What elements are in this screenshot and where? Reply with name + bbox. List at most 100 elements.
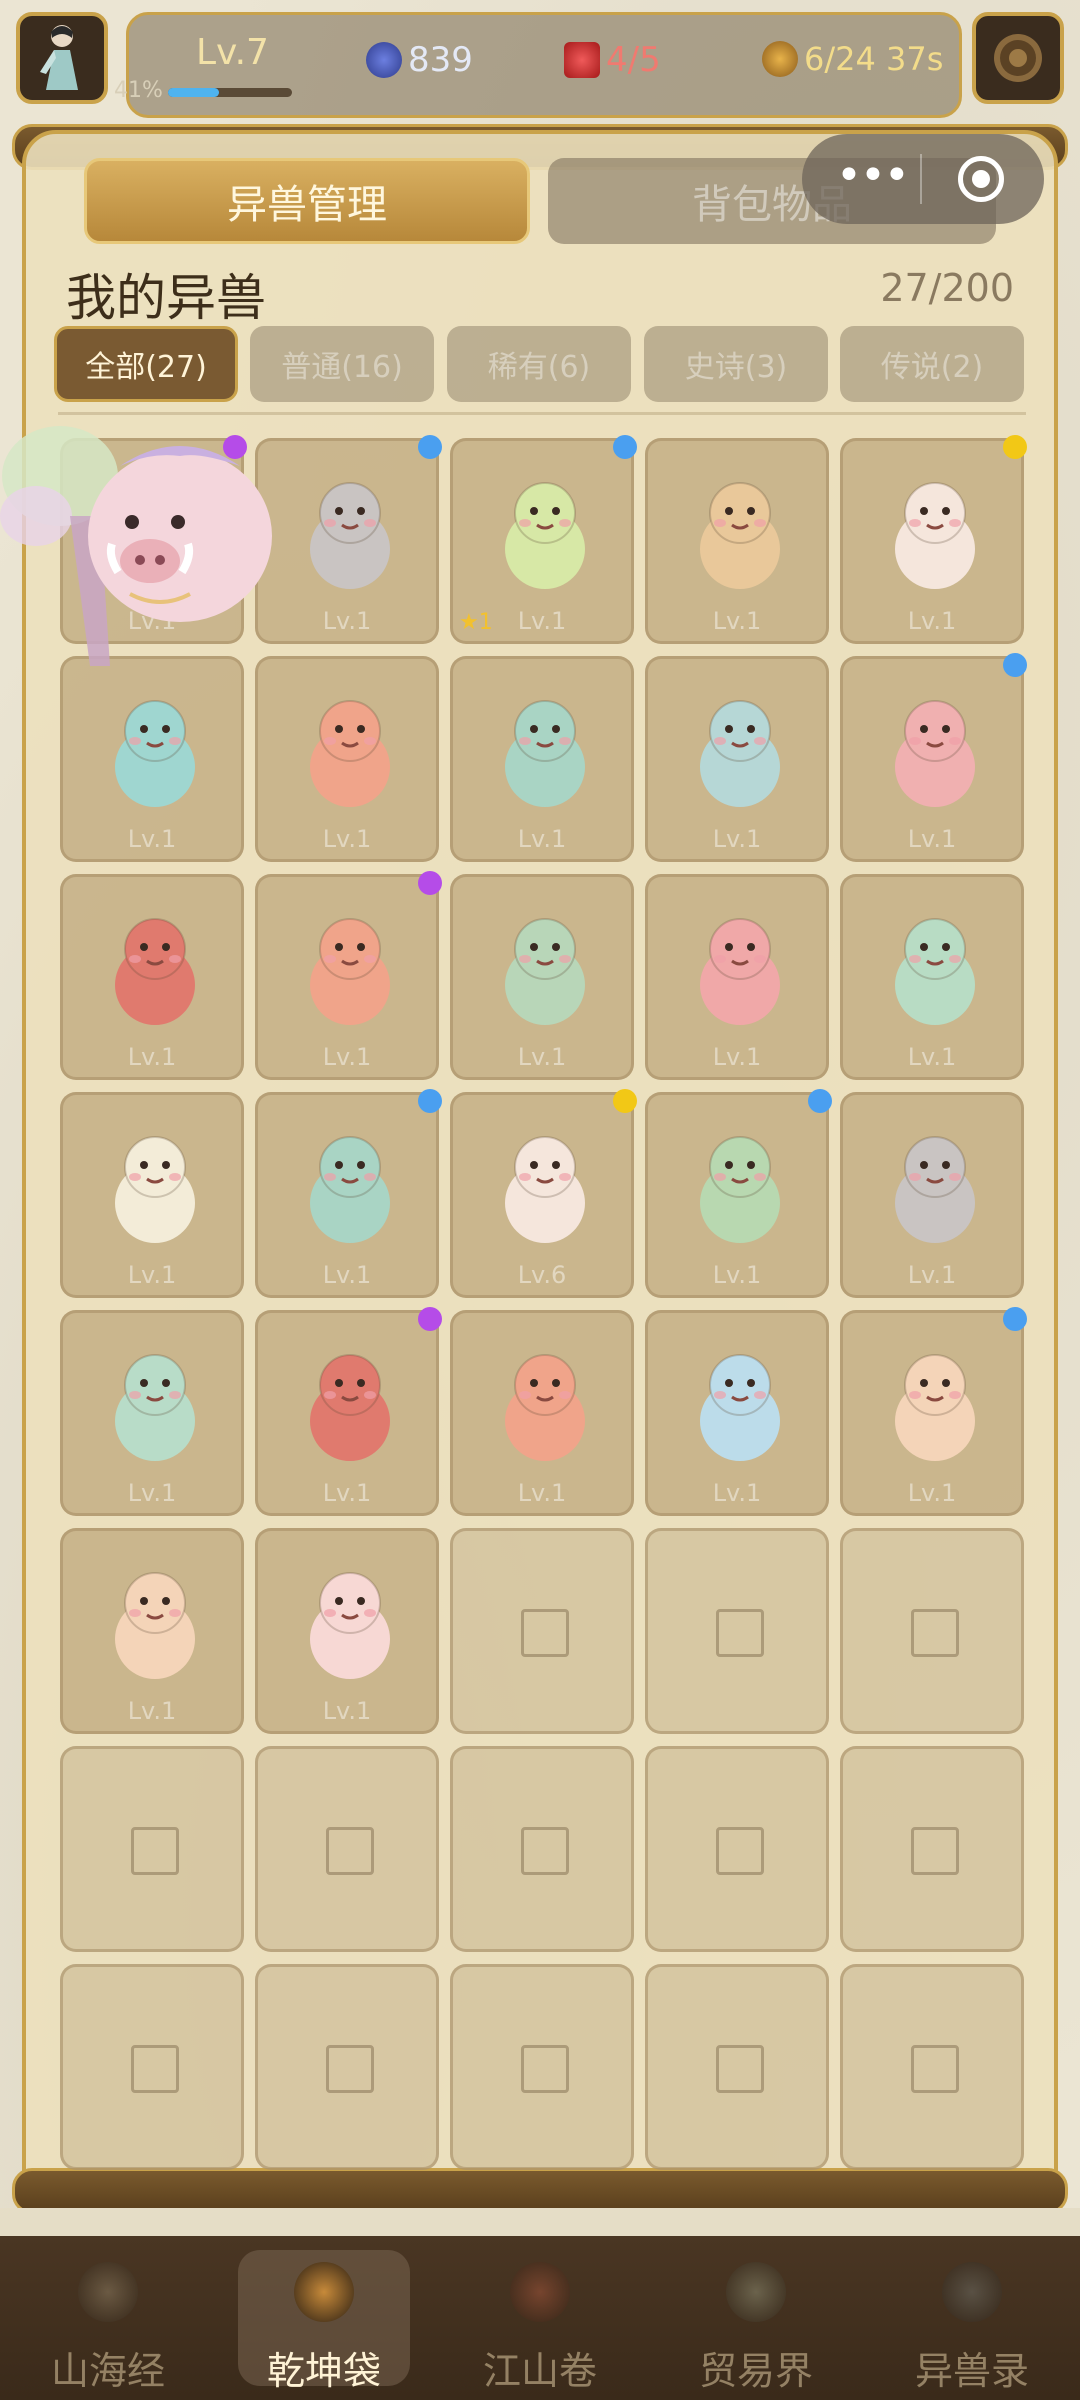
gear-icon <box>994 34 1042 82</box>
miniprogram-capsule: ••• <box>802 134 1044 224</box>
beast-level: Lv.1 <box>712 825 762 853</box>
beast-card[interactable]: Lv.1 <box>255 1089 442 1298</box>
beast-card[interactable]: Lv.1 <box>840 435 1027 644</box>
capsule-divider <box>920 154 922 204</box>
beast-card[interactable]: Lv.1 ★1 <box>450 435 637 644</box>
beast-card[interactable]: Lv.1 <box>255 1307 442 1516</box>
nav-label: 异兽录 <box>914 2349 1029 2393</box>
beast-card[interactable]: Lv.1 <box>255 435 442 644</box>
empty-slot-icon <box>716 1609 764 1657</box>
filter-rare[interactable]: 稀有(6) <box>447 326 631 402</box>
beast-card[interactable]: Lv.1 <box>840 653 1027 862</box>
beast-card[interactable]: Lv.1 <box>60 874 244 1080</box>
empty-slot[interactable] <box>255 1746 439 1952</box>
energy-icon <box>762 41 798 77</box>
beast-card[interactable]: Lv.6 <box>450 1089 637 1298</box>
empty-slot-icon <box>131 2045 179 2093</box>
empty-slot[interactable] <box>840 1746 1024 1952</box>
empty-slot-icon <box>521 1827 569 1875</box>
empty-slot[interactable] <box>255 1964 439 2170</box>
winged-serpent-icon <box>310 1136 390 1243</box>
boar-icon <box>115 482 195 589</box>
unicorn-beast-icon <box>895 918 975 1025</box>
empty-slot[interactable] <box>840 1528 1024 1734</box>
avatar-icon <box>40 25 78 90</box>
beast-card[interactable]: Lv.1 <box>255 871 442 1080</box>
beast-card[interactable]: Lv.1 <box>645 1089 832 1298</box>
scroll-icon <box>78 2262 138 2322</box>
heart-icon <box>564 42 600 78</box>
empty-slot[interactable] <box>450 1528 634 1734</box>
empty-slot[interactable] <box>450 1964 634 2170</box>
beast-card[interactable]: Lv.1 <box>60 435 247 644</box>
rarity-dot <box>418 1307 442 1331</box>
empty-slot-icon <box>716 1827 764 1875</box>
filter-epic[interactable]: 史诗(3) <box>644 326 828 402</box>
close-miniprogram-icon[interactable] <box>958 156 1004 202</box>
nav-item-4[interactable]: 异兽录 <box>880 2236 1064 2400</box>
beast-level: Lv.1 <box>517 1043 567 1071</box>
empty-slot[interactable] <box>645 1746 829 1952</box>
gem-counter[interactable]: 839 <box>366 40 473 80</box>
empty-slot[interactable] <box>840 1964 1024 2170</box>
heart-counter[interactable]: 4/5 <box>564 40 661 80</box>
wolf-icon <box>310 482 390 589</box>
nav-item-2[interactable]: 江山卷 <box>448 2236 632 2400</box>
beast-card[interactable]: Lv.1 <box>60 1092 244 1298</box>
rarity-dot <box>418 435 442 459</box>
filter-legendary[interactable]: 传说(2) <box>840 326 1024 402</box>
winged-orb-icon <box>310 1354 390 1461</box>
gem-icon <box>366 42 402 78</box>
more-icon[interactable]: ••• <box>836 154 910 198</box>
lion-icon <box>895 1354 975 1461</box>
beast-card[interactable]: Lv.1 <box>255 656 439 862</box>
beast-level: Lv.6 <box>517 1261 567 1289</box>
beast-card[interactable]: Lv.1 <box>60 656 244 862</box>
beast-level: Lv.1 <box>907 1261 957 1289</box>
beast-level: Lv.1 <box>517 825 567 853</box>
beast-card[interactable]: Lv.1 <box>840 1307 1027 1516</box>
player-level: Lv.7 <box>196 32 269 73</box>
filter-common[interactable]: 普通(16) <box>250 326 434 402</box>
star-badge: ★1 <box>459 610 493 635</box>
nav-item-3[interactable]: 贸易界 <box>664 2236 848 2400</box>
energy-counter[interactable]: 6/24 37s <box>762 40 943 78</box>
section-title: 我的异兽 <box>66 269 266 327</box>
pavilion-icon <box>510 2262 570 2322</box>
empty-slot-icon <box>326 2045 374 2093</box>
empty-slot[interactable] <box>60 1746 244 1952</box>
empty-slot[interactable] <box>60 1964 244 2170</box>
player-avatar[interactable] <box>16 12 108 104</box>
empty-slot[interactable] <box>645 1964 829 2170</box>
empty-slot[interactable] <box>450 1746 634 1952</box>
beast-card[interactable]: Lv.1 <box>450 1310 634 1516</box>
beast-card[interactable]: Lv.1 <box>840 874 1024 1080</box>
beast-card[interactable]: Lv.1 <box>450 874 634 1080</box>
beast-count: 27/200 <box>880 266 1014 310</box>
rarity-dot <box>613 435 637 459</box>
xp-bar-fill <box>168 88 219 97</box>
beast-level: Lv.1 <box>322 825 372 853</box>
nav-item-0[interactable]: 山海经 <box>16 2236 200 2400</box>
empty-slot[interactable] <box>645 1528 829 1734</box>
beast-card[interactable]: Lv.1 <box>60 1310 244 1516</box>
beast-card[interactable]: Lv.1 <box>450 656 634 862</box>
beast-card[interactable]: Lv.1 <box>60 1528 244 1734</box>
serpent-icon <box>115 700 195 807</box>
nav-item-1[interactable]: 乾坤袋 <box>232 2236 416 2400</box>
beast-level: Lv.1 <box>907 607 957 635</box>
settings-button[interactable] <box>972 12 1064 104</box>
beast-card[interactable]: Lv.1 <box>645 656 829 862</box>
beast-card[interactable]: Lv.1 <box>645 438 829 644</box>
beast-card[interactable]: Lv.1 <box>645 1310 829 1516</box>
beast-level: Lv.1 <box>322 1479 372 1507</box>
tab-beast-management[interactable]: 异兽管理 <box>84 158 530 244</box>
pig-icon <box>700 482 780 589</box>
bottom-strip <box>0 2208 1080 2238</box>
bag-icon <box>294 2262 354 2322</box>
beast-card[interactable]: Lv.1 <box>255 1528 439 1734</box>
beast-card[interactable]: Lv.1 <box>840 1092 1024 1298</box>
empty-slot-icon <box>716 2045 764 2093</box>
beast-card[interactable]: Lv.1 <box>645 874 829 1080</box>
filter-all[interactable]: 全部(27) <box>54 326 238 402</box>
